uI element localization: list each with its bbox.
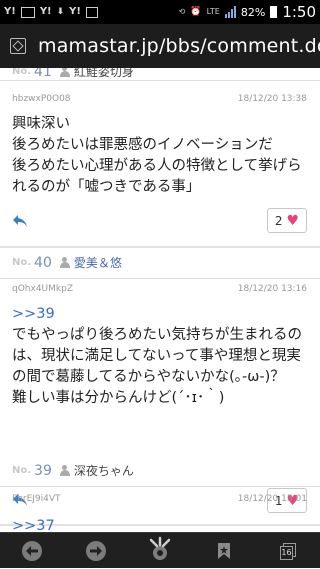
alarm-icon: ⏰ (190, 6, 202, 17)
menu-button[interactable] (138, 533, 182, 569)
comment-line: 興味深い (12, 116, 70, 132)
comment-date: 18/12/20 13:38 (237, 94, 307, 104)
comment-number-label: No. (12, 257, 32, 268)
comment-number-label: No. (12, 68, 32, 77)
comment-header: No. 39 深夜ちゃん (12, 462, 134, 479)
back-arrow-icon (22, 541, 42, 561)
yahoo-notification-icon: Y! (4, 6, 16, 17)
header-divider (0, 278, 320, 279)
sync-icon: ⟲ (178, 7, 186, 16)
tabs-icon: 16 (280, 542, 296, 560)
comment-line: でもやっぱり後ろめたい気持ちが生まれるの (12, 327, 302, 343)
comment-line: の間で葛藤してるからやないかな(｡-ω-)？ (12, 369, 285, 385)
browser-url-bar[interactable]: mamastar.jp/bbs/comment.do?t (0, 24, 320, 68)
comment-username[interactable]: 愛美＆悠 (74, 254, 122, 271)
user-icon (59, 257, 70, 268)
yahoo-notification-icon: Y! (69, 6, 81, 17)
reply-anchor-link[interactable]: >>37 (12, 516, 312, 532)
back-button[interactable] (10, 533, 54, 569)
browser-bottom-bar: 16 (0, 532, 320, 568)
comment-line: 後ろめたいは罪悪感のイノベーションだ (12, 137, 273, 153)
calendar-icon (85, 6, 98, 18)
user-icon (59, 465, 70, 476)
comment-divider (0, 246, 320, 248)
heart-icon: ♥ (286, 212, 300, 229)
header-divider (0, 80, 320, 81)
comment-username: 紅鮭姿切身 (73, 68, 134, 79)
reply-icon[interactable] (12, 214, 28, 228)
reply-anchor-link[interactable]: >>39 (12, 304, 312, 325)
comment-number: 40 (34, 254, 52, 271)
comment-header: No. 40 愛美＆悠 (12, 254, 122, 271)
comment-user-id: FhrEJ9i4VT (12, 494, 61, 504)
bookmark-button[interactable] (202, 533, 246, 569)
comment-line: は、現状に満足してないって事や理想と現実 (12, 348, 301, 364)
comment-user-id: hbzwxP0O08 (12, 94, 71, 104)
comment-number-label: No. (12, 465, 32, 476)
forward-arrow-icon (86, 541, 106, 561)
comment-line: 難しい事は分からんけど(´･ɪ･｀) (12, 390, 225, 406)
battery-icon (270, 6, 278, 18)
system-icons: ⟲ ⏰ LTE 82% 1:50 (179, 3, 316, 21)
site-info-icon[interactable] (10, 38, 26, 54)
comment-body: >>39 でもやっぱり後ろめたい気持ちが生まれるの は、現状に満足してないって事… (12, 304, 312, 409)
image-notification-icon (20, 6, 35, 18)
clock: 1:50 (282, 3, 316, 21)
like-count: 2 (274, 213, 283, 228)
yahoo-notification-icon: Y! (39, 6, 52, 17)
comment-number: 41 (34, 68, 52, 80)
battery-level: 82% (240, 5, 266, 19)
comment-body: >>37 (12, 516, 312, 532)
quick-controls-icon (149, 536, 171, 560)
comment-date: 18/12/20 13:01 (237, 494, 307, 504)
comment-user-id: qOhx4UMkpZ (12, 284, 73, 294)
user-icon (59, 68, 70, 77)
comment-header: No. 41 紅鮭姿切身 (12, 68, 134, 80)
signal-icon (224, 6, 236, 18)
comment-body: 興味深い 後ろめたいは罪悪感のイノベーションだ 後ろめたい心理がある人の特徴とし… (12, 114, 312, 198)
network-type-label: LTE (206, 7, 220, 16)
comment-line: れるのが「嘘つきである事」 (12, 179, 201, 195)
url-text[interactable]: mamastar.jp/bbs/comment.do?t (38, 35, 320, 57)
comment-number: 39 (34, 462, 52, 479)
notification-icons: Y! Y! ⬇ Y! (4, 6, 98, 18)
bookmark-icon (218, 543, 230, 559)
like-button[interactable]: 2 ♥ (267, 208, 307, 233)
tabs-button[interactable]: 16 (266, 533, 310, 569)
header-divider (0, 486, 320, 487)
download-icon: ⬇ (56, 6, 65, 17)
comment-date: 18/12/20 13:16 (237, 284, 307, 294)
comment-line: 後ろめたい心理がある人の特徴として挙げら (12, 158, 302, 174)
comment-username: 深夜ちゃん (73, 464, 134, 478)
forward-button[interactable] (74, 533, 118, 569)
tab-count: 16 (280, 545, 293, 560)
comment-list[interactable]: No. 41 紅鮭姿切身 hbzwxP0O08 18/12/20 13:38 興… (0, 68, 320, 532)
status-bar: Y! Y! ⬇ Y! ⟲ ⏰ LTE 82% 1:50 (0, 0, 320, 24)
